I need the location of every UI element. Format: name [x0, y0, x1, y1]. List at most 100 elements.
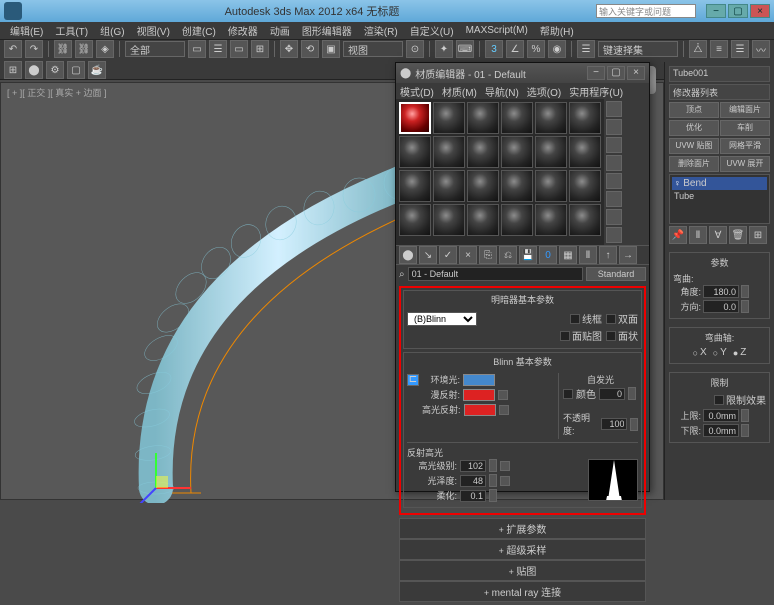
go-parent-button[interactable]: ↑	[599, 246, 617, 264]
axis-y-radio[interactable]: ○ Y	[713, 347, 727, 358]
material-editor-button[interactable]: ⬤	[25, 61, 43, 79]
material-slot[interactable]	[501, 204, 533, 236]
select-by-mat-button[interactable]	[606, 227, 622, 243]
configure-button[interactable]: ⊞	[749, 226, 767, 244]
mod-set-b3[interactable]: UVW 展开	[720, 156, 770, 172]
material-editor-titlebar[interactable]: ⬤ 材质编辑器 - 01 - Default − ▢ ×	[396, 63, 649, 83]
med-menu-options[interactable]: 选项(O)	[527, 84, 561, 99]
pick-icon[interactable]: ⌕	[399, 269, 405, 280]
sample-uv-button[interactable]	[606, 155, 622, 171]
material-slot[interactable]	[467, 102, 499, 134]
material-slot[interactable]	[569, 170, 601, 202]
named-sel-set[interactable]: 键速择集	[598, 41, 678, 57]
object-name-field[interactable]: Tube001	[669, 66, 770, 82]
direction-spinner[interactable]	[741, 300, 749, 313]
med-close-button[interactable]: ×	[627, 66, 645, 80]
med-menu-util[interactable]: 实用程序(U)	[569, 84, 623, 99]
undo-button[interactable]: ↶	[4, 40, 22, 58]
mod-set-b0[interactable]: 编辑面片	[720, 102, 770, 118]
twosided-check[interactable]	[606, 314, 616, 324]
remove-mod-button[interactable]: 🗑	[729, 226, 747, 244]
show-result-button[interactable]: Ⅱ	[689, 226, 707, 244]
reset-button[interactable]: ×	[459, 246, 477, 264]
mod-set-a3[interactable]: 删除面片	[669, 156, 719, 172]
material-slot[interactable]	[501, 136, 533, 168]
stack-item-bend[interactable]: ♀ Bend	[672, 177, 767, 190]
spec-level-input[interactable]	[460, 460, 486, 472]
material-name-field[interactable]	[408, 267, 583, 281]
assign-button[interactable]: ✓	[439, 246, 457, 264]
angle-input[interactable]	[703, 285, 739, 298]
diffuse-swatch[interactable]	[463, 389, 495, 401]
material-slot[interactable]	[433, 204, 465, 236]
show-in-vp-button[interactable]: ▦	[559, 246, 577, 264]
material-slot[interactable]	[535, 204, 567, 236]
material-slot[interactable]	[399, 136, 431, 168]
med-minimize-button[interactable]: −	[587, 66, 605, 80]
backlight-button[interactable]	[606, 119, 622, 135]
glossiness-input[interactable]	[460, 475, 486, 487]
facemap-check[interactable]	[560, 331, 570, 341]
stack-item-tube[interactable]: Tube	[672, 190, 767, 202]
material-slot[interactable]	[399, 204, 431, 236]
axis-z-radio[interactable]: ● Z	[733, 347, 747, 358]
put-to-scene-button[interactable]: ↘	[419, 246, 437, 264]
unlink-button[interactable]: ⛓	[75, 40, 93, 58]
get-material-button[interactable]: ⬤	[399, 246, 417, 264]
maximize-button[interactable]: ▢	[728, 4, 748, 18]
bent-tube-object[interactable]	[51, 123, 411, 503]
window-crossing-button[interactable]: ⊞	[251, 40, 269, 58]
schematic-button[interactable]: ⊞	[4, 61, 22, 79]
modifier-list-dropdown[interactable]: 修改器列表	[669, 84, 770, 100]
mirror-button[interactable]: ⧊	[689, 40, 707, 58]
pin-stack-button[interactable]: 📌	[669, 226, 687, 244]
med-menu-material[interactable]: 材质(M)	[442, 84, 477, 99]
material-slot[interactable]	[501, 102, 533, 134]
mod-set-a1[interactable]: 优化	[669, 120, 719, 136]
keyboard-button[interactable]: ⌨	[456, 40, 474, 58]
material-slot[interactable]	[501, 170, 533, 202]
menu-group[interactable]: 组(G)	[94, 23, 130, 38]
material-slot[interactable]	[535, 102, 567, 134]
limit-effect-check[interactable]	[714, 395, 724, 405]
close-button[interactable]: ×	[750, 4, 770, 18]
ambient-lock-button[interactable]: ⊏	[407, 374, 419, 386]
material-slot[interactable]	[535, 170, 567, 202]
opacity-input[interactable]	[601, 418, 627, 430]
selfillum-input[interactable]	[599, 388, 625, 400]
video-check-button[interactable]	[606, 173, 622, 189]
menu-edit[interactable]: 编辑(E)	[4, 23, 49, 38]
curve-editor-button[interactable]: 〰	[752, 40, 770, 58]
viewport-label[interactable]: [ + ][ 正交 ][ 真实 + 边面 ]	[7, 86, 107, 99]
mod-set-b1[interactable]: 车削	[720, 120, 770, 136]
select-button[interactable]: ▭	[188, 40, 206, 58]
material-slot[interactable]	[569, 102, 601, 134]
ref-coord-system[interactable]: 视图	[343, 41, 403, 57]
med-menu-mode[interactable]: 模式(D)	[400, 84, 434, 99]
help-search[interactable]: 输入关键字或问题	[596, 4, 696, 18]
snap-button[interactable]: 3	[485, 40, 503, 58]
diffuse-map-button[interactable]	[498, 390, 508, 400]
material-type-button[interactable]: Standard	[586, 267, 646, 281]
options-button[interactable]	[606, 209, 622, 225]
faceted-check[interactable]	[606, 331, 616, 341]
menu-animation[interactable]: 动画	[264, 23, 296, 38]
material-slot[interactable]	[569, 204, 601, 236]
center-button[interactable]: ⊙	[406, 40, 424, 58]
preview-button[interactable]	[606, 191, 622, 207]
menu-maxscript[interactable]: MAXScript(M)	[460, 25, 534, 36]
specular-swatch[interactable]	[464, 404, 496, 416]
make-copy-button[interactable]: ⎘	[479, 246, 497, 264]
bind-button[interactable]: ◈	[96, 40, 114, 58]
rotate-button[interactable]: ⟲	[301, 40, 319, 58]
upper-limit-input[interactable]	[703, 409, 739, 422]
menu-render[interactable]: 渲染(R)	[358, 23, 404, 38]
material-slot[interactable]	[569, 136, 601, 168]
render-button[interactable]: ☕	[88, 61, 106, 79]
maps-rollout[interactable]: + 贴图	[399, 560, 646, 581]
mat-id-button[interactable]: 0	[539, 246, 557, 264]
menu-modifiers[interactable]: 修改器	[222, 23, 264, 38]
show-end-button[interactable]: Ⅱ	[579, 246, 597, 264]
material-slot[interactable]	[433, 170, 465, 202]
minimize-button[interactable]: −	[706, 4, 726, 18]
